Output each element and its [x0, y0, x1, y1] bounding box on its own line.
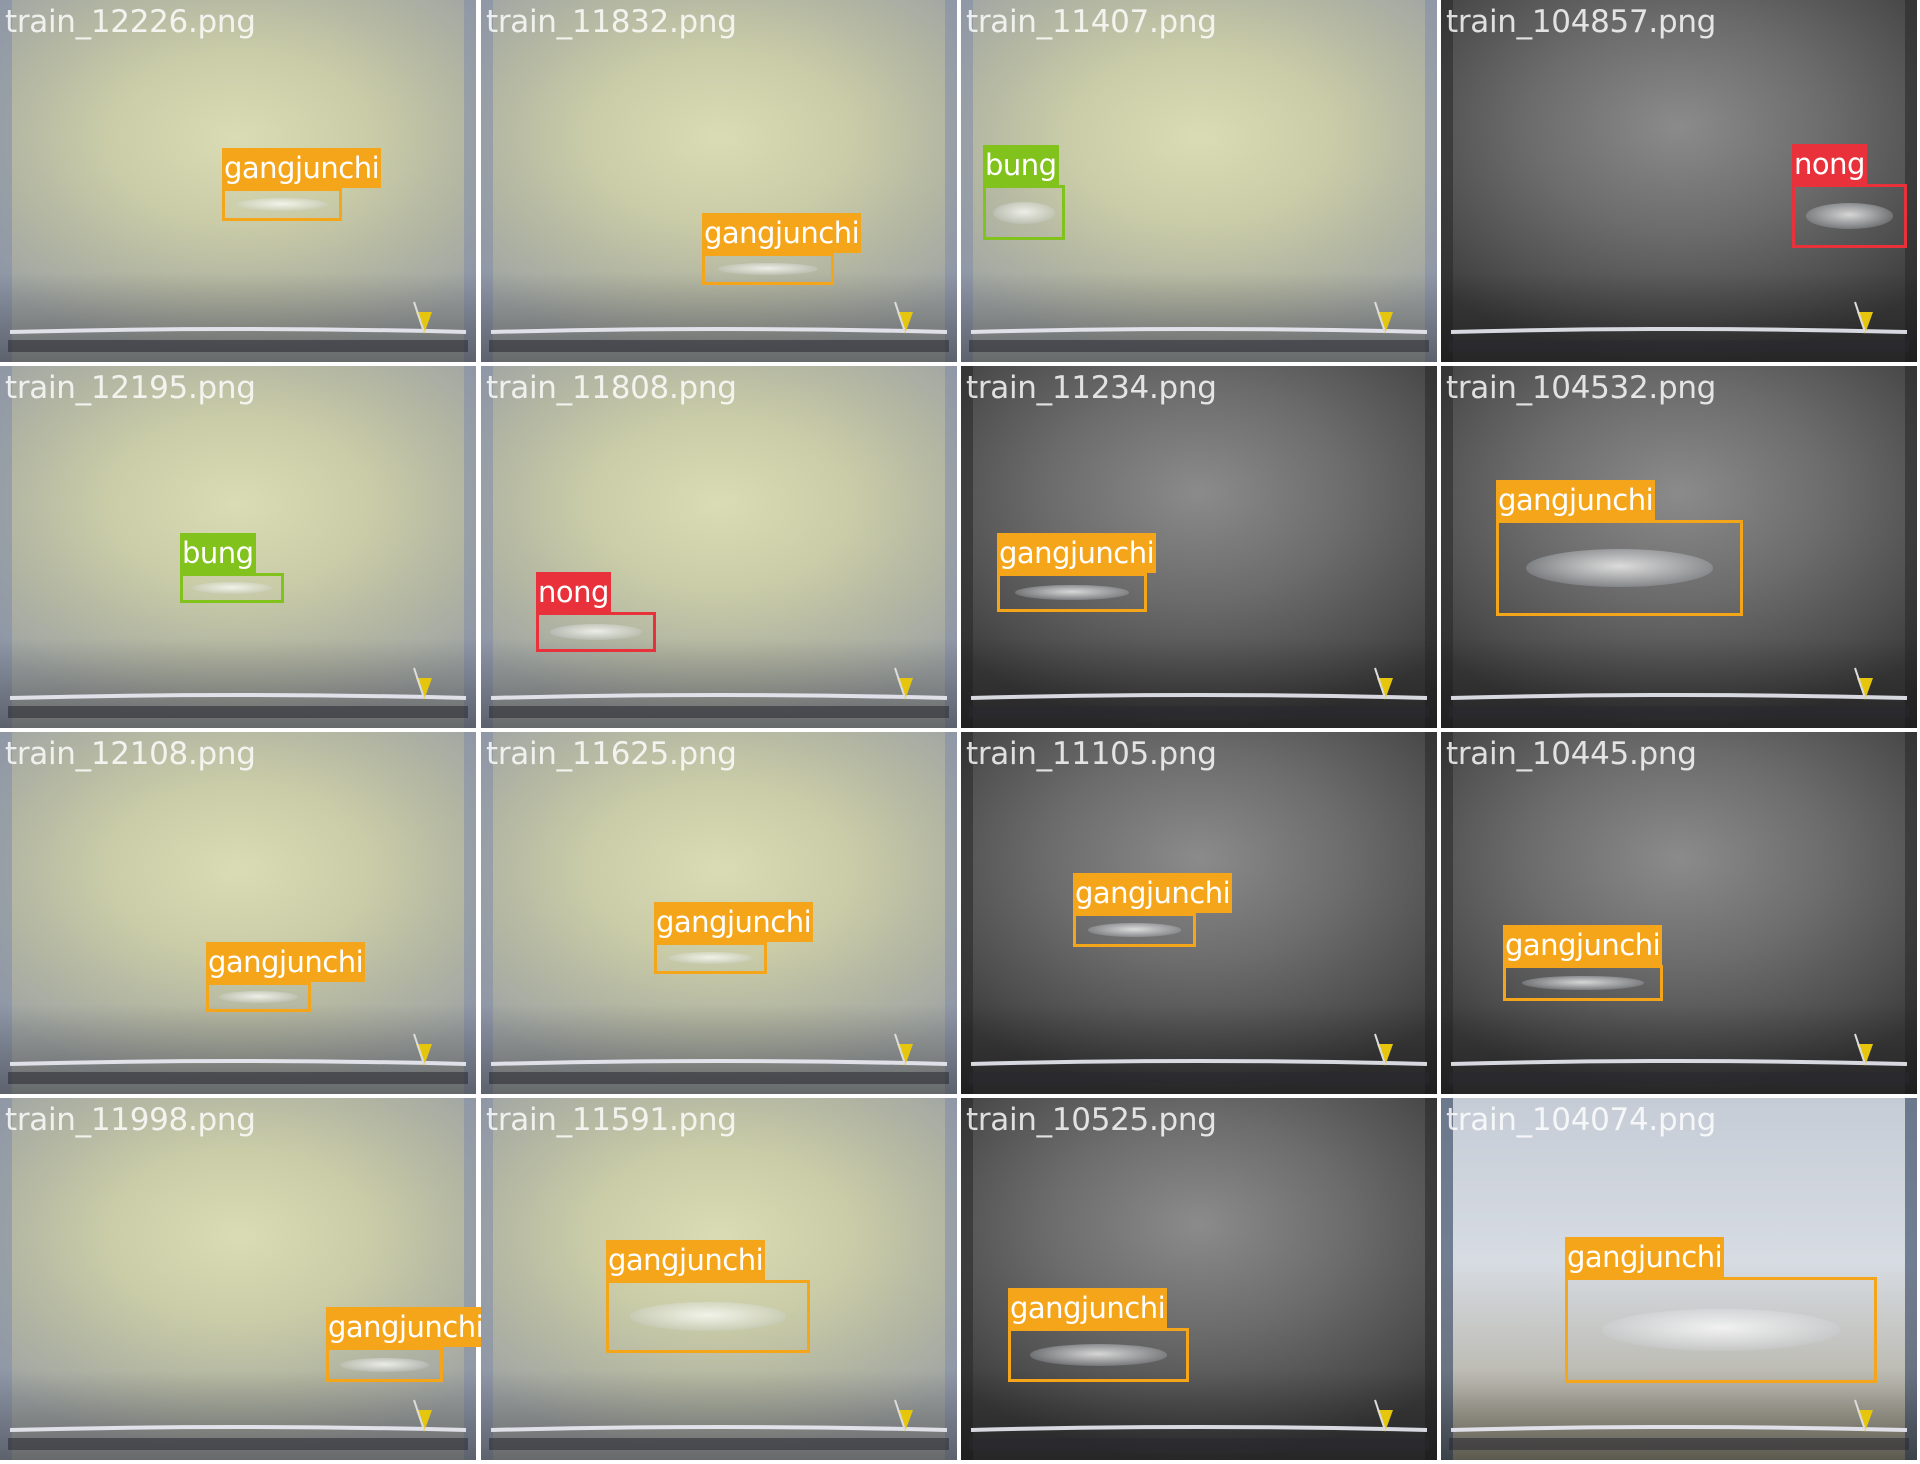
- detection-bounding-box: [606, 1280, 810, 1353]
- class-label-tag: bung: [983, 145, 1059, 185]
- image-filename: train_11105.png: [966, 736, 1217, 772]
- detection-bounding-box: [1503, 965, 1663, 1001]
- detection-bounding-box: [1496, 520, 1743, 616]
- class-label-tag: nong: [536, 572, 611, 612]
- image-filename: train_11998.png: [5, 1102, 256, 1138]
- mosaic-tile: train_11998.png: [0, 1098, 476, 1460]
- class-label-tag: gangjunchi: [997, 533, 1157, 573]
- detection-bounding-box: [702, 253, 834, 285]
- tank-structure-graphic: [0, 732, 476, 1094]
- image-filename: train_11625.png: [486, 736, 737, 772]
- class-label-tag: gangjunchi: [606, 1240, 766, 1280]
- class-label-tag: gangjunchi: [1073, 873, 1233, 913]
- underwater-frame: [481, 0, 957, 362]
- class-label-tag: bung: [180, 533, 256, 573]
- underwater-frame: [0, 1098, 476, 1460]
- mosaic-tile: train_10525.png: [961, 1098, 1437, 1460]
- detection-bounding-box: [1073, 913, 1196, 947]
- image-filename: train_12108.png: [5, 736, 256, 772]
- image-filename: train_11591.png: [486, 1102, 737, 1138]
- image-filename: train_11407.png: [966, 4, 1217, 40]
- mosaic-tile: train_10445.png: [1441, 732, 1917, 1094]
- tank-structure-graphic: [961, 732, 1437, 1094]
- class-label-tag: gangjunchi: [1503, 925, 1663, 965]
- class-label-tag: gangjunchi: [1496, 480, 1656, 520]
- underwater-frame: [1441, 732, 1917, 1094]
- training-batch-mosaic: train_12226.png gangjunchi train_11832.png…: [0, 0, 1920, 1464]
- mosaic-tile: train_11808.png: [481, 366, 957, 728]
- detection-bounding-box: [1792, 184, 1907, 248]
- detection-bounding-box: [1565, 1277, 1877, 1383]
- detection-bounding-box: [180, 573, 284, 603]
- detection-bounding-box: [206, 982, 311, 1012]
- image-filename: train_12195.png: [5, 370, 256, 406]
- tank-structure-graphic: [481, 0, 957, 362]
- class-label-tag: gangjunchi: [1008, 1288, 1168, 1328]
- class-label-tag: gangjunchi: [654, 902, 814, 942]
- detection-bounding-box: [536, 612, 656, 652]
- underwater-frame: [961, 1098, 1437, 1460]
- mosaic-tile: train_12108.png: [0, 732, 476, 1094]
- tank-structure-graphic: [1441, 732, 1917, 1094]
- class-label-tag: gangjunchi: [326, 1307, 486, 1347]
- image-filename: train_104532.png: [1446, 370, 1717, 406]
- underwater-frame: [0, 732, 476, 1094]
- tank-structure-graphic: [481, 366, 957, 728]
- class-label-tag: nong: [1792, 144, 1867, 184]
- image-filename: train_104857.png: [1446, 4, 1717, 40]
- detection-bounding-box: [997, 573, 1147, 612]
- underwater-frame: [961, 732, 1437, 1094]
- image-filename: train_11808.png: [486, 370, 737, 406]
- detection-bounding-box: [654, 942, 767, 974]
- detection-bounding-box: [222, 188, 342, 221]
- detection-bounding-box: [983, 185, 1065, 240]
- mosaic-tile: train_11832.png: [481, 0, 957, 362]
- image-filename: train_11234.png: [966, 370, 1217, 406]
- class-label-tag: gangjunchi: [702, 213, 862, 253]
- image-filename: train_11832.png: [486, 4, 737, 40]
- tank-structure-graphic: [0, 1098, 476, 1460]
- image-filename: train_10445.png: [1446, 736, 1697, 772]
- underwater-frame: [481, 366, 957, 728]
- image-filename: train_10525.png: [966, 1102, 1217, 1138]
- image-filename: train_104074.png: [1446, 1102, 1717, 1138]
- class-label-tag: gangjunchi: [1565, 1237, 1725, 1277]
- class-label-tag: gangjunchi: [222, 148, 382, 188]
- tank-structure-graphic: [961, 1098, 1437, 1460]
- image-filename: train_12226.png: [5, 4, 256, 40]
- detection-bounding-box: [1008, 1328, 1189, 1382]
- detection-bounding-box: [326, 1347, 443, 1382]
- class-label-tag: gangjunchi: [206, 942, 366, 982]
- mosaic-tile: train_11105.png: [961, 732, 1437, 1094]
